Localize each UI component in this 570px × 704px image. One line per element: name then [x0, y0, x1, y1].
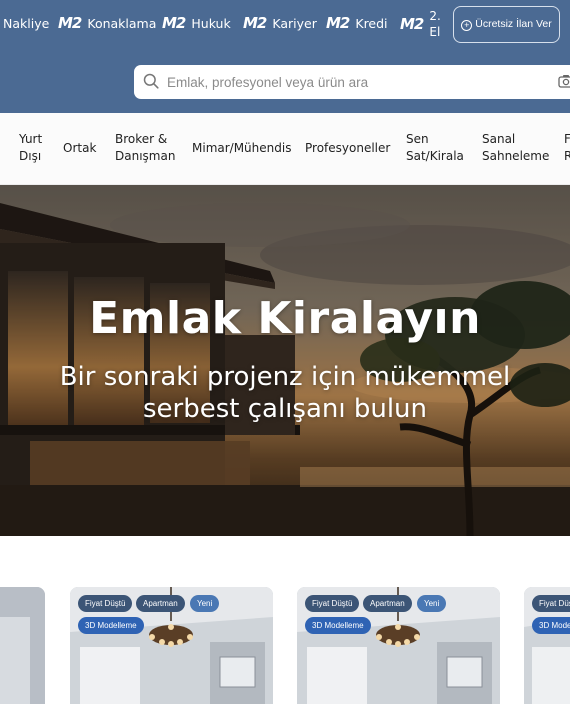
category-bar: Yurt Dışı Ortak Broker & Danışman Mimar/…: [0, 113, 570, 185]
tag-3d-modeling: 3D Modelleme: [78, 617, 144, 634]
tag-new: Yeni: [190, 595, 220, 612]
m2-logo-icon: M2: [400, 15, 424, 33]
nav-item-konaklama[interactable]: M2 Konaklama: [58, 14, 156, 32]
search-box[interactable]: [134, 65, 570, 99]
nav-item-kredi[interactable]: M2 Kredi: [326, 14, 388, 32]
m2-logo-icon: M2: [58, 14, 82, 32]
nav-label: Konaklama: [87, 15, 157, 31]
category-yurt-disi[interactable]: Yurt Dışı: [19, 131, 47, 165]
tag-price-drop: Fiyat Düştü: [78, 595, 133, 612]
tag-apartment: Apartman: [363, 595, 412, 612]
tag-price-drop: Fiyat Düştü: [532, 595, 570, 612]
post-free-ad-label: + Ücretsiz İlan Ver: [461, 18, 552, 31]
post-free-ad-button[interactable]: + Ücretsiz İlan Ver: [453, 6, 560, 43]
nav-label: Kredi: [355, 15, 388, 31]
hero-title: Emlak Kiralayın: [89, 293, 481, 344]
search-band: [0, 51, 570, 113]
search-input[interactable]: [167, 65, 547, 99]
camera-icon[interactable]: [558, 74, 570, 88]
tag-price-drop: Fiyat Düştü: [305, 595, 360, 612]
hero-subtitle: Bir sonraki projenz için mükemmel serbes…: [59, 362, 511, 424]
nav-label: 2. El: [429, 9, 441, 39]
category-sanal-sahneleme[interactable]: Sanal Sahneleme: [482, 131, 549, 165]
m2-logo-icon: M2: [326, 14, 350, 32]
m2-logo-icon: M2: [162, 14, 186, 32]
nav-item-hukuk[interactable]: M2 Hukuk: [162, 14, 231, 32]
tag-new: Yeni: [417, 595, 447, 612]
category-mimar-muhendis[interactable]: Mimar/Mühendis: [192, 140, 291, 157]
nav-label: Nakliye: [3, 16, 50, 31]
listing-card[interactable]: Fiyat Düştü 3D Modelleme: [524, 587, 570, 704]
nav-item-kariyer[interactable]: M2 Kariyer: [243, 14, 317, 32]
listing-card[interactable]: Fiyat Düştü Apartman Yeni 3D Modelleme: [297, 587, 500, 704]
category-profesyoneller[interactable]: Profesyoneller: [305, 140, 390, 157]
search-icon: [143, 73, 159, 89]
nav-label: Kariyer: [272, 15, 317, 31]
category-ortak[interactable]: Ortak: [63, 140, 96, 157]
category-sen-sat-kirala[interactable]: Sen Sat/Kirala: [406, 131, 466, 165]
listing-card[interactable]: [0, 587, 45, 704]
nav-label: Hukuk: [191, 15, 231, 31]
tag-3d-modeling: 3D Modelleme: [305, 617, 371, 634]
m2-logo-icon: M2: [243, 14, 267, 32]
listing-photo: [0, 587, 45, 704]
plus-circle-icon: +: [461, 20, 473, 31]
category-truncated[interactable]: F R: [564, 131, 570, 165]
tag-3d-modeling: 3D Modelleme: [532, 617, 570, 634]
listing-card[interactable]: Fiyat Düştü Apartman Yeni 3D Modelleme: [70, 587, 273, 704]
nav-item-nakliye[interactable]: Nakliye: [3, 16, 49, 31]
nav-item-2el[interactable]: M2 2. El: [400, 8, 445, 40]
hero-banner: Emlak Kiralayın Bir sonraki projenz için…: [0, 185, 570, 536]
tag-apartment: Apartman: [136, 595, 185, 612]
top-header: Nakliye M2 Konaklama M2 Hukuk M2 Kariyer…: [0, 0, 570, 51]
category-broker-danisman[interactable]: Broker & Danışman: [115, 131, 175, 165]
